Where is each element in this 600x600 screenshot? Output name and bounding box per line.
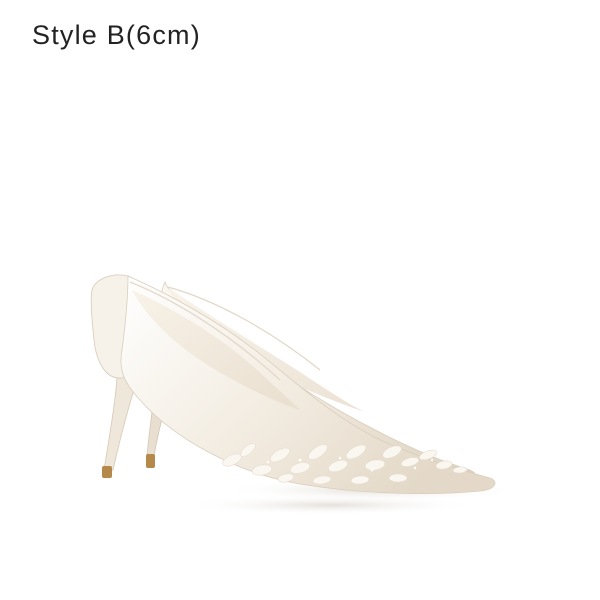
- front-shoe-heel-tip: [102, 466, 112, 478]
- floor-shadow: [180, 495, 480, 515]
- back-shoe-heel-tip: [146, 454, 155, 468]
- product-photo: [90, 274, 520, 515]
